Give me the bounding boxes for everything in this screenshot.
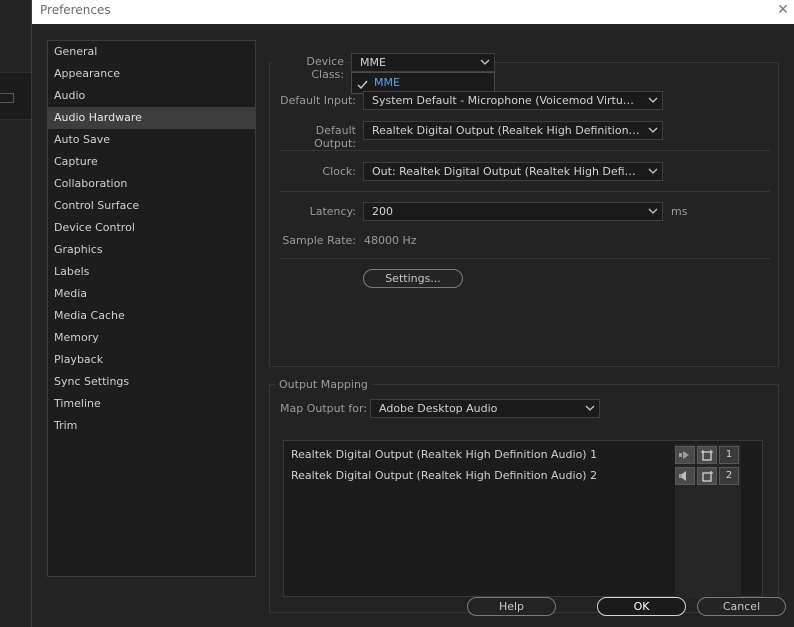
preferences-dialog: Preferences ✕ General Appearance Audio A… [31, 0, 794, 627]
preferences-sidebar: General Appearance Audio Audio Hardware … [47, 40, 256, 577]
sidebar-item-control-surface[interactable]: Control Surface [48, 195, 255, 217]
list-item[interactable]: Realtek Digital Output (Realtek High Def… [291, 446, 597, 464]
separator [279, 258, 770, 259]
chevron-down-icon [585, 401, 595, 415]
list-item[interactable]: Realtek Digital Output (Realtek High Def… [291, 467, 597, 485]
menu-item-mme-label: MME [374, 76, 400, 89]
clock-label: Clock: [322, 165, 356, 178]
latency-label: Latency: [309, 205, 356, 218]
close-icon[interactable]: ✕ [774, 1, 792, 19]
latency-value: 200 [372, 205, 393, 218]
sidebar-item-appearance[interactable]: Appearance [48, 63, 255, 85]
clock-value: Out: Realtek Digital Output (Realtek Hig… [372, 165, 640, 178]
sidebar-item-trim[interactable]: Trim [48, 415, 255, 437]
sidebar-item-memory[interactable]: Memory [48, 327, 255, 349]
channel-mapping-column: 1 2 [675, 444, 741, 598]
ok-button[interactable]: OK [597, 597, 686, 616]
chevron-down-icon [648, 123, 658, 137]
sidebar-item-media-cache[interactable]: Media Cache [48, 305, 255, 327]
sidebar-item-graphics[interactable]: Graphics [48, 239, 255, 261]
default-input-value: System Default - Microphone (Voicemod Vi… [372, 94, 640, 107]
channel-number[interactable]: 2 [719, 467, 739, 485]
chevron-down-icon [648, 164, 658, 178]
sidebar-item-capture[interactable]: Capture [48, 151, 255, 173]
title-bar: Preferences ✕ [32, 0, 794, 24]
default-output-dropdown[interactable]: Realtek Digital Output (Realtek High Def… [363, 121, 663, 140]
channel-box-icon[interactable] [697, 467, 717, 485]
background-folder-icon [0, 93, 14, 103]
clock-dropdown[interactable]: Out: Realtek Digital Output (Realtek Hig… [363, 162, 663, 181]
sidebar-item-audio-hardware[interactable]: Audio Hardware [48, 107, 255, 129]
sidebar-item-auto-save[interactable]: Auto Save [48, 129, 255, 151]
sidebar-item-collaboration[interactable]: Collaboration [48, 173, 255, 195]
sidebar-item-timeline[interactable]: Timeline [48, 393, 255, 415]
separator [279, 150, 770, 151]
default-input-dropdown[interactable]: System Default - Microphone (Voicemod Vi… [363, 91, 663, 110]
help-button[interactable]: Help [467, 597, 556, 616]
sample-rate-label: Sample Rate: [282, 234, 356, 247]
menu-item-mme[interactable]: MME [352, 73, 494, 93]
cancel-button[interactable]: Cancel [697, 597, 786, 616]
background-app [0, 0, 31, 627]
settings-button[interactable]: Settings... [363, 269, 463, 288]
output-mapping-title: Output Mapping [275, 378, 372, 391]
output-mapping-list: Realtek Digital Output (Realtek High Def… [283, 440, 763, 598]
map-output-for-dropdown[interactable]: Adobe Desktop Audio [370, 399, 600, 418]
channel-number[interactable]: 1 [719, 446, 739, 464]
sidebar-item-device-control[interactable]: Device Control [48, 217, 255, 239]
chevron-down-icon [648, 93, 658, 107]
sidebar-item-general[interactable]: General [48, 41, 255, 63]
default-input-label: Default Input: [280, 94, 356, 107]
chevron-down-icon [480, 55, 490, 69]
sidebar-item-playback[interactable]: Playback [48, 349, 255, 371]
device-class-label: Device Class: [272, 55, 346, 81]
default-output-value: Realtek Digital Output (Realtek High Def… [372, 124, 640, 137]
latency-dropdown[interactable]: 200 [363, 202, 663, 221]
speaker-icon[interactable] [675, 467, 695, 485]
sidebar-item-media[interactable]: Media [48, 283, 255, 305]
latency-units: ms [671, 205, 688, 218]
channel-box-icon[interactable] [697, 446, 717, 464]
sidebar-item-sync-settings[interactable]: Sync Settings [48, 371, 255, 393]
map-output-for-label: Map Output for: [280, 402, 368, 415]
sidebar-item-audio[interactable]: Audio [48, 85, 255, 107]
device-class-dropdown[interactable]: MME [351, 53, 495, 72]
play-channel-icon[interactable] [675, 446, 695, 464]
separator [279, 191, 770, 192]
device-class-value: MME [360, 56, 386, 69]
dialog-title: Preferences [40, 3, 111, 17]
sidebar-item-labels[interactable]: Labels [48, 261, 255, 283]
map-output-for-value: Adobe Desktop Audio [379, 402, 498, 415]
sample-rate-value: 48000 Hz [364, 234, 417, 247]
chevron-down-icon [648, 204, 658, 218]
default-output-label: Default Output: [314, 124, 356, 150]
